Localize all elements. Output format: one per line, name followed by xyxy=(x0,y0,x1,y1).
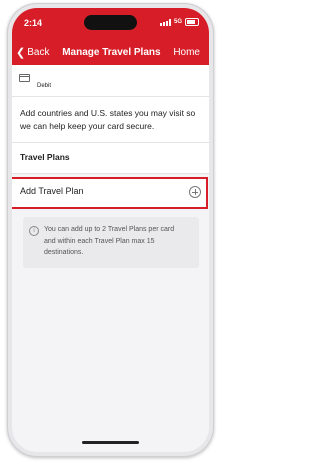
info-box: i You can add up to 2 Travel Plans per c… xyxy=(23,217,199,268)
status-indicators: 5G xyxy=(159,18,199,26)
card-row: Debit xyxy=(12,65,209,97)
chevron-left-icon: ❮ xyxy=(16,46,26,59)
plus-circle-icon[interactable] xyxy=(189,186,201,198)
info-icon: i xyxy=(29,226,39,236)
signal-icon xyxy=(159,18,171,26)
credit-card-icon xyxy=(19,74,30,82)
home-indicator[interactable] xyxy=(82,441,139,444)
nav-bar: ❮ Back Manage Travel Plans Home xyxy=(12,44,209,60)
screen: 2:14 5G ❮ Back Manage Travel Plans Home xyxy=(12,8,209,452)
app-header: 2:14 5G ❮ Back Manage Travel Plans Home xyxy=(12,8,209,65)
info-text: You can add up to 2 Travel Plans per car… xyxy=(44,226,175,256)
home-button[interactable]: Home xyxy=(173,47,200,58)
battery-icon xyxy=(185,18,199,26)
back-label: Back xyxy=(27,46,50,58)
dynamic-island xyxy=(84,15,137,30)
page-title: Manage Travel Plans xyxy=(62,46,161,58)
description-text: Add countries and U.S. states you may vi… xyxy=(12,97,209,142)
add-travel-plan-label: Add Travel Plan xyxy=(20,186,84,196)
phone-frame: 2:14 5G ❮ Back Manage Travel Plans Home xyxy=(7,3,214,457)
card-label: Debit xyxy=(37,83,52,89)
back-button[interactable]: ❮ Back xyxy=(16,46,49,59)
section-title: Travel Plans xyxy=(12,142,209,174)
network-label: 5G xyxy=(173,19,182,25)
status-time: 2:14 xyxy=(24,18,43,28)
add-travel-plan-button[interactable]: Add Travel Plan xyxy=(12,177,208,209)
main-content: Debit Add countries and U.S. states you … xyxy=(12,65,209,268)
